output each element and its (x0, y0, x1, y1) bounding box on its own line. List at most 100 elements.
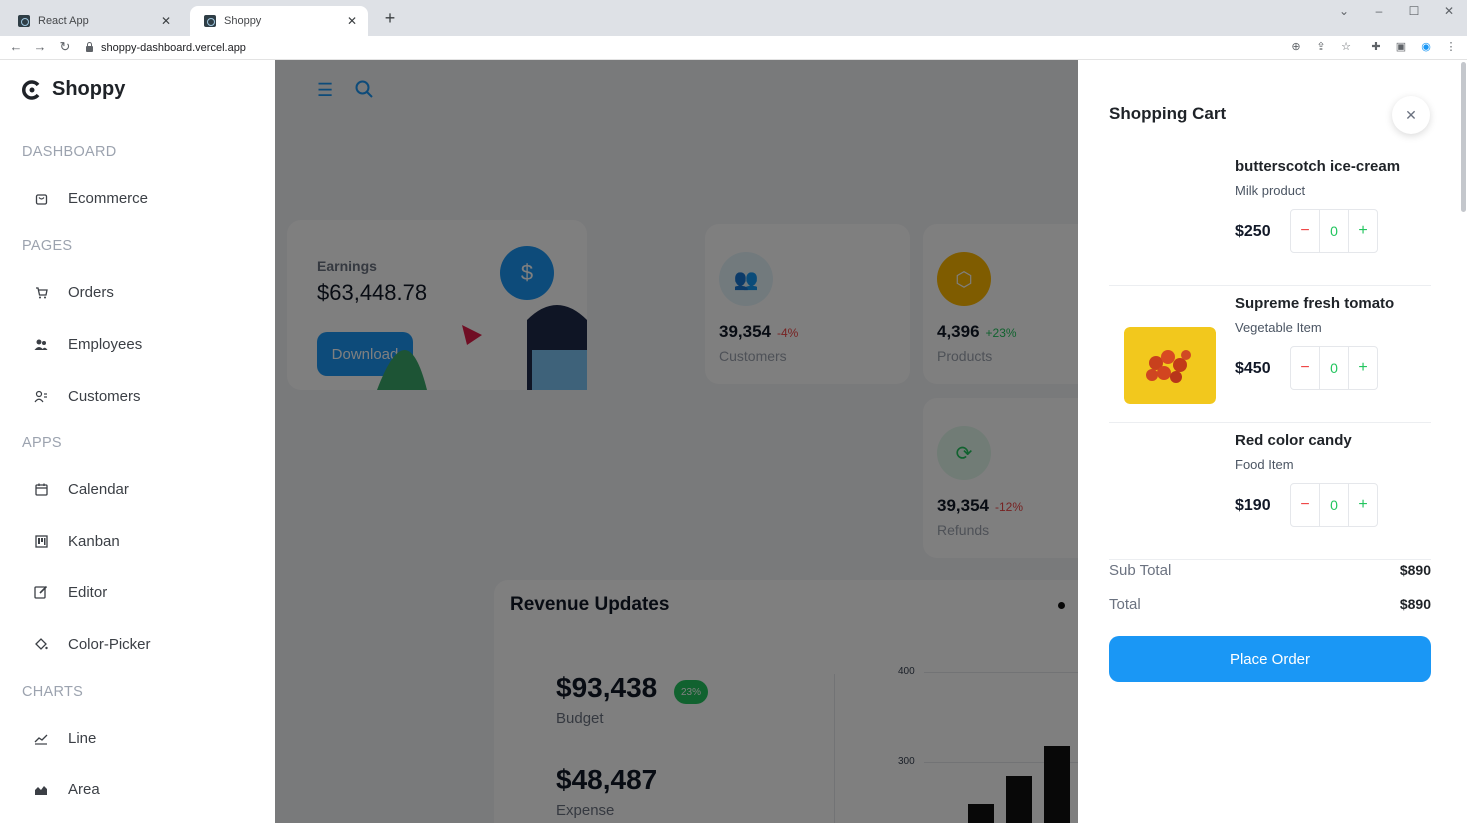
place-order-button[interactable]: Place Order (1109, 636, 1431, 682)
total-value: $890 (1399, 596, 1431, 612)
cart-item: butterscotch ice-cream Milk product $250… (1109, 158, 1431, 286)
sidebar-item-editor[interactable]: Editor (34, 580, 107, 604)
sidebar-item-label: Orders (68, 283, 114, 301)
share-icon[interactable]: ⇪ (1313, 40, 1329, 53)
item-category: Vegetable Item (1235, 320, 1322, 335)
subtotal-row: Sub Total $890 (1109, 562, 1431, 579)
minimize-icon[interactable]: – (1369, 4, 1389, 18)
decrease-button[interactable]: − (1291, 347, 1320, 389)
back-icon[interactable]: ← (7, 39, 25, 54)
tab-close-icon[interactable]: ✕ (158, 14, 174, 28)
tab-title: React App (38, 15, 89, 27)
item-name: Supreme fresh tomato (1235, 295, 1395, 312)
scrollbar-thumb[interactable] (1461, 62, 1466, 212)
section-title-dashboard: DASHBOARD (22, 144, 117, 160)
sidebar-item-color-picker[interactable]: Color-Picker (34, 632, 151, 656)
lock-icon (86, 42, 93, 52)
divider (1109, 559, 1431, 560)
shoppy-logo-icon (22, 79, 40, 100)
quantity-stepper: − 0 + (1290, 209, 1378, 253)
cart-icon (34, 285, 48, 299)
increase-button[interactable]: + (1349, 210, 1377, 252)
bookmark-star-icon[interactable]: ☆ (1338, 40, 1354, 53)
quantity-value: 0 (1320, 484, 1349, 526)
item-price: $450 (1235, 360, 1271, 377)
quantity-stepper: − 0 + (1290, 483, 1378, 527)
customers-icon (34, 389, 48, 403)
quantity-value: 0 (1320, 210, 1349, 252)
sidebar-item-orders[interactable]: Orders (34, 280, 114, 304)
sidebar-item-label: Color-Picker (68, 635, 151, 653)
sidebar-item-label: Calendar (68, 480, 129, 498)
tab-shoppy[interactable]: Shoppy ✕ (190, 6, 368, 36)
sidebar-item-employees[interactable]: Employees (34, 332, 142, 356)
close-icon: ✕ (1405, 106, 1417, 123)
url-text: shoppy-dashboard.vercel.app (101, 42, 246, 54)
menu-dots-icon[interactable]: ⋮ (1443, 40, 1459, 53)
sidebar-item-line[interactable]: Line (34, 726, 96, 750)
item-category: Milk product (1235, 183, 1306, 198)
section-title-apps: APPS (22, 435, 62, 451)
line-chart-icon (34, 731, 48, 745)
sidebar-item-label: Kanban (68, 532, 120, 550)
divider (1109, 285, 1431, 286)
tab-search-icon[interactable]: ⌄ (1334, 4, 1354, 18)
quantity-stepper: − 0 + (1290, 346, 1378, 390)
reload-icon[interactable]: ↻ (56, 39, 74, 55)
extensions-icon[interactable]: ✚ (1368, 40, 1384, 53)
sidebar-item-ecommerce[interactable]: Ecommerce (34, 186, 148, 210)
kanban-icon (34, 534, 48, 548)
window-close-icon[interactable]: ✕ (1439, 4, 1459, 18)
brand-logo[interactable]: Shoppy (22, 78, 125, 101)
tomato-product-image (1124, 327, 1216, 404)
sidebar-item-label: Editor (68, 583, 108, 601)
sidebar: Shoppy DASHBOARD Ecommerce PAGES Orders … (0, 60, 275, 823)
decrease-button[interactable]: − (1291, 484, 1320, 526)
sidebar-item-label: Line (68, 729, 97, 747)
close-cart-button[interactable]: ✕ (1392, 96, 1430, 134)
item-price: $250 (1235, 223, 1271, 240)
shoppy-favicon-icon (204, 15, 216, 27)
new-tab-button[interactable]: + (380, 8, 400, 29)
modal-backdrop[interactable] (275, 60, 1078, 823)
section-title-charts: CHARTS (22, 684, 84, 700)
shopping-cart-panel: Shopping Cart ✕ butterscotch ice-cream M… (1078, 60, 1467, 823)
subtotal-label: Sub Total (1109, 562, 1172, 579)
item-price: $190 (1235, 497, 1271, 514)
increase-button[interactable]: + (1349, 347, 1377, 389)
sidebar-item-customers[interactable]: Customers (34, 384, 141, 408)
area-chart-icon (34, 782, 48, 796)
sidebar-item-label: Area (68, 780, 100, 798)
tab-close-icon[interactable]: ✕ (344, 14, 360, 28)
total-row: Total $890 (1109, 596, 1431, 613)
react-favicon-icon (18, 15, 30, 27)
cart-title: Shopping Cart (1109, 104, 1227, 123)
sidebar-item-kanban[interactable]: Kanban (34, 529, 120, 553)
profile-icon[interactable]: ◉ (1418, 40, 1434, 53)
brand-name: Shoppy (52, 78, 126, 100)
sidebar-item-area[interactable]: Area (34, 777, 100, 801)
tab-react-app[interactable]: React App ✕ (4, 6, 182, 36)
edit-icon (34, 585, 48, 599)
subtotal-value: $890 (1399, 562, 1431, 578)
item-name: butterscotch ice-cream (1235, 158, 1401, 175)
sidebar-item-label: Ecommerce (68, 189, 149, 207)
sidebar-item-calendar[interactable]: Calendar (34, 477, 129, 501)
zoom-icon[interactable]: ⊕ (1288, 40, 1304, 53)
increase-button[interactable]: + (1349, 484, 1377, 526)
decrease-button[interactable]: − (1291, 210, 1320, 252)
divider (1109, 422, 1431, 423)
paint-bucket-icon (34, 637, 48, 651)
calendar-icon (34, 482, 48, 496)
section-title-pages: PAGES (22, 238, 73, 254)
browser-tab-bar: React App ✕ Shoppy ✕ + ⌄ – ☐ ✕ (0, 0, 1467, 36)
quantity-value: 0 (1320, 347, 1349, 389)
url-field[interactable]: shoppy-dashboard.vercel.app (86, 39, 1276, 57)
cart-item: Red color candy Food Item $190 − 0 + (1109, 432, 1431, 560)
people-icon (34, 337, 48, 351)
side-panel-icon[interactable]: ▣ (1393, 40, 1409, 53)
address-bar: ← → ↻ shoppy-dashboard.vercel.app ⊕ ⇪ ☆ … (0, 36, 1467, 60)
maximize-icon[interactable]: ☐ (1404, 4, 1424, 18)
forward-icon[interactable]: → (31, 39, 49, 54)
tab-title: Shoppy (224, 15, 262, 27)
